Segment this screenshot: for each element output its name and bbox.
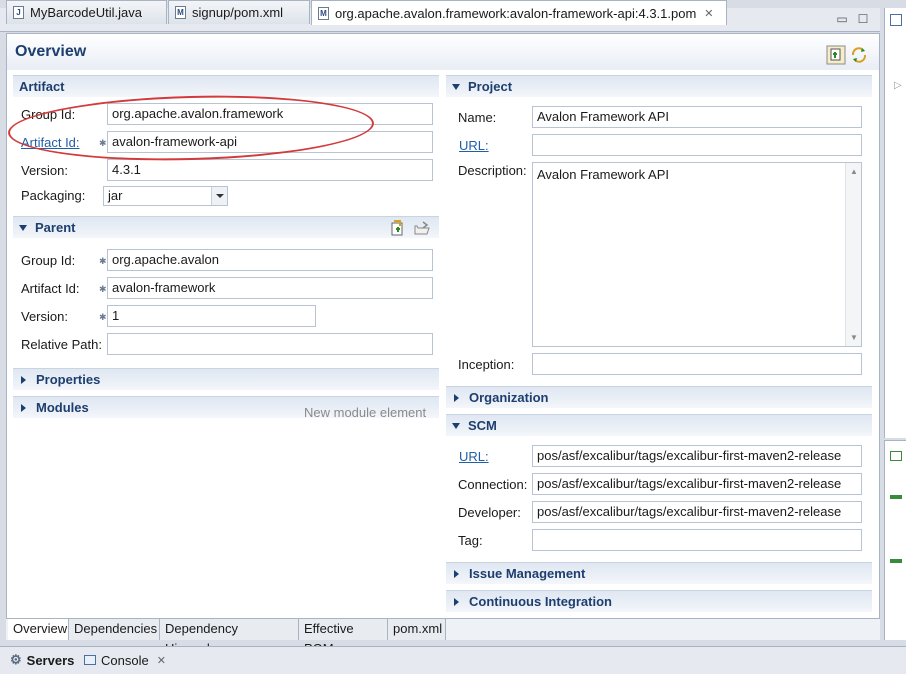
description-label: Description: (458, 163, 527, 178)
version-field[interactable]: 4.3.1 (107, 159, 433, 181)
select-parent-icon[interactable] (390, 220, 406, 236)
chevron-right-icon[interactable]: ▷ (894, 80, 902, 91)
inception-label: Inception: (458, 357, 515, 372)
expand-triangle-icon[interactable] (454, 393, 459, 402)
connection-field[interactable]: pos/asf/excalibur/tags/excalibur-first-m… (532, 473, 862, 495)
project-name-label: Name: (458, 110, 497, 125)
developer-field[interactable]: pos/asf/excalibur/tags/excalibur-first-m… (532, 501, 862, 523)
required-marker-icon: ✱ (99, 284, 107, 294)
editor-tab-signup-pom[interactable]: M signup/pom.xml (168, 0, 310, 24)
tab-pom-xml[interactable]: pom.xml (388, 619, 446, 640)
page-title: Overview (15, 43, 87, 60)
scm-url-link[interactable]: URL: (459, 449, 489, 464)
servers-icon: ⚙ (10, 652, 22, 667)
new-module-hint[interactable]: New module element (304, 405, 426, 420)
parent-version-label: Version: (21, 309, 68, 324)
open-pom-icon[interactable] (826, 45, 846, 65)
parent-version-field[interactable]: 1 (107, 305, 316, 327)
tab-effective-pom[interactable]: Effective POM (299, 619, 388, 656)
properties-section-header[interactable]: Properties (13, 368, 439, 390)
java-file-icon: J (13, 6, 24, 19)
project-name-field[interactable]: Avalon Framework API (532, 106, 862, 128)
connection-label: Connection: (458, 477, 528, 492)
developer-label: Developer: (458, 505, 521, 520)
description-scrollbar[interactable]: ▲ ▼ (845, 163, 861, 346)
expand-triangle-icon[interactable] (21, 375, 26, 384)
tag-label: Tag: (458, 533, 483, 548)
editor-tab-avalon-pom[interactable]: M org.apache.avalon.framework:avalon-fra… (311, 0, 727, 25)
close-icon[interactable]: ✕ (157, 654, 166, 667)
required-marker-icon: ✱ (99, 312, 107, 322)
project-section-header[interactable]: Project (446, 75, 872, 97)
parent-artifact-id-label: Artifact Id: (21, 281, 80, 296)
maven-pom-icon: M (175, 6, 186, 19)
maven-pom-icon: M (318, 6, 329, 20)
tag-field[interactable] (532, 529, 862, 551)
maximize-icon[interactable]: ☐ (853, 8, 873, 32)
task-icon[interactable] (890, 451, 902, 461)
progress-icon[interactable] (890, 559, 902, 563)
relative-path-label: Relative Path: (21, 337, 102, 352)
scm-url-field[interactable]: pos/asf/excalibur/tags/excalibur-first-m… (532, 445, 862, 467)
scroll-down-icon[interactable]: ▼ (850, 333, 858, 342)
scm-section-header[interactable]: SCM (446, 414, 872, 436)
form-header (7, 34, 879, 70)
refresh-icon[interactable] (849, 45, 869, 65)
project-url-field[interactable] (532, 134, 862, 156)
tasks-side-panel (884, 440, 906, 640)
version-label: Version: (21, 163, 68, 178)
relative-path-field[interactable] (107, 333, 433, 355)
project-url-link[interactable]: URL: (459, 138, 489, 153)
outline-icon[interactable] (890, 14, 902, 26)
tab-dependency-hierarchy[interactable]: Dependency Hierarchy (160, 619, 299, 656)
collapse-triangle-icon[interactable] (19, 224, 27, 231)
close-icon[interactable]: ✕ (704, 7, 713, 20)
artifact-section-header: Artifact (13, 75, 439, 97)
required-marker-icon: ✱ (99, 256, 107, 266)
description-textarea[interactable]: Avalon Framework API ▲ ▼ (532, 162, 862, 347)
collapse-triangle-icon[interactable] (452, 422, 460, 429)
outline-side-panel: ▷ (884, 8, 906, 438)
parent-group-id-label: Group Id: (21, 253, 76, 268)
tab-overview[interactable]: Overview (8, 619, 69, 640)
minimize-icon[interactable]: ▭ (832, 8, 852, 32)
parent-section-header[interactable]: Parent (13, 216, 439, 238)
chevron-down-icon[interactable] (211, 187, 227, 205)
tab-dependencies[interactable]: Dependencies (69, 619, 160, 640)
servers-view-tab[interactable]: ⚙ Servers (10, 651, 74, 669)
editor-tab-mybarcodeutil[interactable]: J MyBarcodeUtil.java (6, 0, 167, 24)
open-parent-icon[interactable] (414, 220, 430, 236)
expand-triangle-icon[interactable] (21, 403, 26, 412)
console-icon (84, 655, 96, 665)
organization-section-header[interactable]: Organization (446, 386, 872, 408)
expand-triangle-icon[interactable] (454, 597, 459, 606)
inception-field[interactable] (532, 353, 862, 375)
parent-artifact-id-field[interactable]: avalon-framework (107, 277, 433, 299)
issue-management-section-header[interactable]: Issue Management (446, 562, 872, 584)
collapse-triangle-icon[interactable] (452, 83, 460, 90)
ci-section-header[interactable]: Continuous Integration (446, 590, 872, 612)
progress-icon[interactable] (890, 495, 902, 499)
scroll-up-icon[interactable]: ▲ (850, 167, 858, 176)
console-view-tab[interactable]: Console ✕ (84, 651, 166, 669)
parent-group-id-field[interactable]: org.apache.avalon (107, 249, 433, 271)
packaging-select[interactable]: jar (103, 186, 228, 206)
packaging-label: Packaging: (21, 188, 86, 203)
expand-triangle-icon[interactable] (454, 569, 459, 578)
